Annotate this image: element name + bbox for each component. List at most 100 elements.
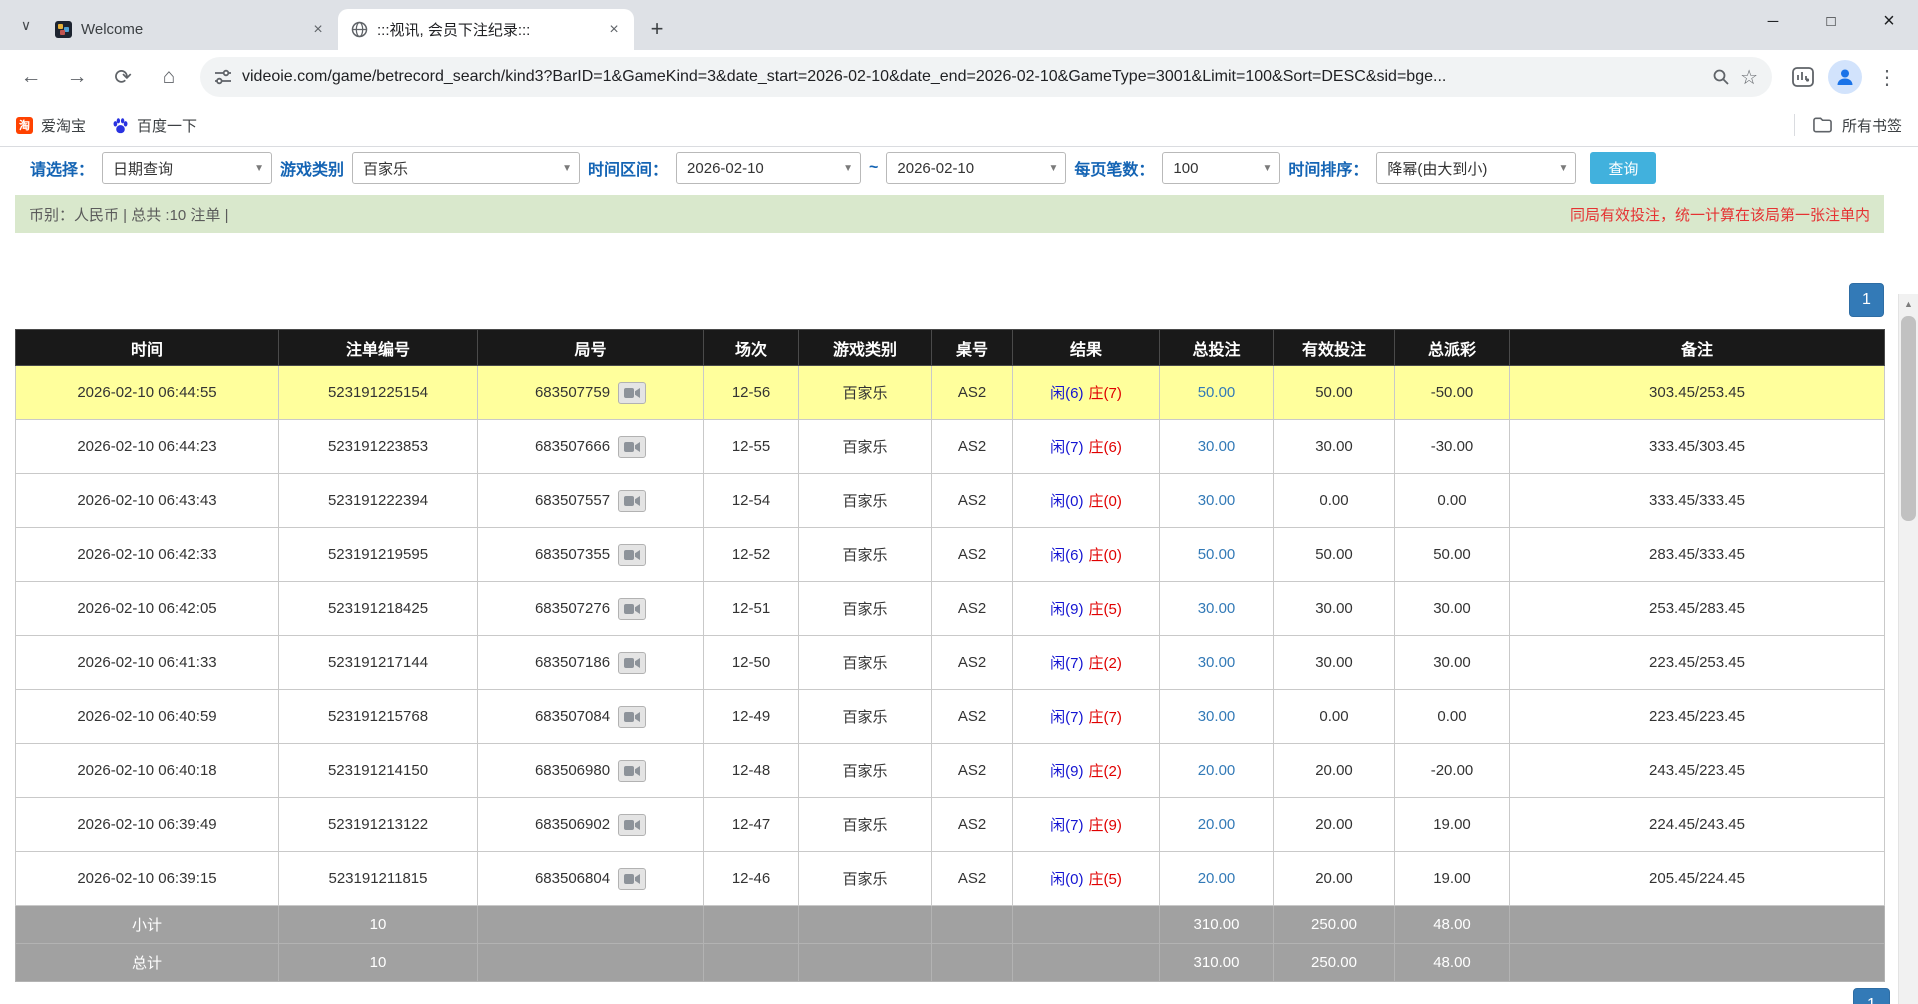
tab-betrecord[interactable]: :::视讯, 会员下注纪录::: × [338,9,634,50]
video-replay-icon[interactable] [618,814,646,836]
cell-valid-bet: 50.00 [1274,366,1395,420]
cell-total-bet: 30.00 [1160,636,1274,690]
cell-round: 683506902 [478,798,704,852]
tab-search-icon[interactable]: ∨ [14,13,38,37]
tab-title: Welcome [81,21,299,38]
cell-payout: 30.00 [1395,582,1510,636]
time-range-label: 时间区间： [588,156,668,180]
reload-button[interactable]: ⟳ [102,56,144,98]
cell-bet-id: 523191215768 [279,690,478,744]
tab-welcome[interactable]: Welcome × [42,9,338,50]
search-button[interactable]: 查询 [1590,152,1656,184]
url-text[interactable]: videoie.com/game/betrecord_search/kind3?… [242,68,1702,86]
cell-table: AS2 [932,744,1013,798]
total-total-bet: 310.00 [1160,944,1274,982]
video-replay-icon[interactable] [618,652,646,674]
total-count: 10 [279,944,478,982]
page-1-button[interactable]: 1 [1849,283,1884,317]
result-player: 闲(9) [1050,601,1083,618]
cell-payout: 19.00 [1395,798,1510,852]
zoom-icon[interactable] [1712,68,1730,86]
cell-result: 闲(9)庄(2) [1013,744,1160,798]
tab-close-icon[interactable]: × [604,20,624,40]
bookmark-aitaobao[interactable]: 淘 爱淘宝 [16,115,86,136]
cell-result: 闲(0)庄(0) [1013,474,1160,528]
total-bet-link[interactable]: 30.00 [1198,708,1236,725]
cell-time: 2026-02-10 06:42:05 [16,582,279,636]
date-start-select[interactable]: 2026-02-10 ▼ [676,152,861,184]
welcome-favicon-icon [55,21,72,38]
total-bet-link[interactable]: 30.00 [1198,492,1236,509]
cell-payout: 50.00 [1395,528,1510,582]
cell-time: 2026-02-10 06:44:23 [16,420,279,474]
video-replay-icon[interactable] [618,436,646,458]
media-control-icon[interactable] [1782,56,1824,98]
cell-valid-bet: 20.00 [1274,744,1395,798]
cell-note: 223.45/223.45 [1510,690,1885,744]
page-1-button-bottom[interactable]: 1 [1853,988,1890,1004]
window-minimize-button[interactable]: ─ [1744,0,1802,42]
total-bet-link[interactable]: 30.00 [1198,438,1236,455]
cell-payout: 0.00 [1395,690,1510,744]
url-bar[interactable]: videoie.com/game/betrecord_search/kind3?… [200,57,1772,97]
bet-record-table: 时间 注单编号 局号 场次 游戏类别 桌号 结果 总投注 有效投注 总派彩 备注… [15,329,1885,982]
cell-total-bet: 30.00 [1160,582,1274,636]
result-banker: 庄(5) [1089,601,1122,618]
video-replay-icon[interactable] [618,598,646,620]
result-banker: 庄(0) [1089,493,1122,510]
window-maximize-button[interactable]: □ [1802,0,1860,42]
bookmark-label: 爱淘宝 [41,115,86,136]
all-bookmarks-label[interactable]: 所有书签 [1842,115,1902,136]
tab-title: :::视讯, 会员下注纪录::: [377,19,595,40]
video-replay-icon[interactable] [618,382,646,404]
total-bet-link[interactable]: 30.00 [1198,600,1236,617]
game-category-select[interactable]: 百家乐 ▼ [352,152,580,184]
home-button[interactable]: ⌂ [148,56,190,98]
video-replay-icon[interactable] [618,760,646,782]
scroll-up-icon[interactable]: ▲ [1899,294,1918,314]
total-bet-link[interactable]: 50.00 [1198,384,1236,401]
sort-select[interactable]: 降幂(由大到小) ▼ [1376,152,1576,184]
table-row: 2026-02-10 06:41:33 523191217144 6835071… [16,636,1885,690]
video-replay-icon[interactable] [618,544,646,566]
query-type-select[interactable]: 日期查询 ▼ [102,152,272,184]
forward-button[interactable]: → [56,56,98,98]
cell-payout: -20.00 [1395,744,1510,798]
total-bet-link[interactable]: 20.00 [1198,816,1236,833]
video-replay-icon[interactable] [618,706,646,728]
cell-result: 闲(9) 庄(5) [1013,582,1160,636]
scrollbar-thumb[interactable] [1901,316,1916,521]
site-info-icon[interactable] [214,68,232,86]
profile-avatar[interactable] [1828,60,1862,94]
bookmark-baidu[interactable]: 百度一下 [112,115,197,136]
total-bet-link[interactable]: 20.00 [1198,870,1236,887]
vertical-scrollbar[interactable]: ▲ ▼ [1898,294,1918,1004]
chevron-down-icon: ▼ [1263,163,1273,174]
round-number: 683507355 [535,546,610,563]
cell-game: 百家乐 [799,798,932,852]
bookmark-star-icon[interactable]: ☆ [1740,65,1758,90]
tab-close-icon[interactable]: × [308,20,328,40]
select-type-label: 请选择： [30,156,94,180]
total-bet-link[interactable]: 30.00 [1198,654,1236,671]
video-replay-icon[interactable] [618,868,646,890]
date-end-select[interactable]: 2026-02-10 ▼ [886,152,1066,184]
total-bet-link[interactable]: 50.00 [1198,546,1236,563]
cell-game: 百家乐 [799,690,932,744]
cell-table: AS2 [932,474,1013,528]
cell-table: AS2 [932,690,1013,744]
browser-menu-icon[interactable]: ⋮ [1866,56,1908,98]
cell-game: 百家乐 [799,852,932,906]
cell-table: AS2 [932,420,1013,474]
cell-round: 683507557 [478,474,704,528]
video-replay-icon[interactable] [618,490,646,512]
cell-note: 283.45/333.45 [1510,528,1885,582]
cell-bet-id: 523191222394 [279,474,478,528]
per-page-select[interactable]: 100 ▼ [1162,152,1280,184]
back-button[interactable]: ← [10,56,52,98]
cell-bet-id: 523191218425 [279,582,478,636]
window-close-button[interactable]: × [1860,0,1918,42]
new-tab-button[interactable]: + [642,14,672,44]
total-bet-link[interactable]: 20.00 [1198,762,1236,779]
result-player: 闲(6) [1050,547,1083,564]
